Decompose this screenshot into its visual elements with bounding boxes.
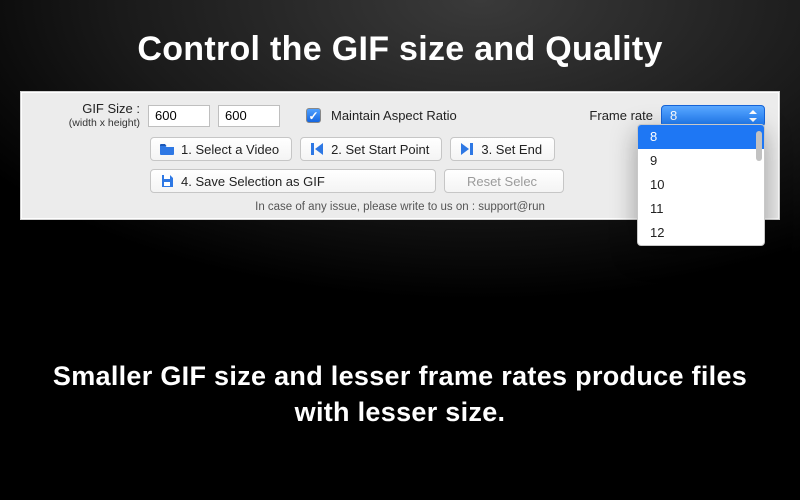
save-gif-label: 4. Save Selection as GIF (181, 174, 325, 189)
frame-rate-label: Frame rate (589, 108, 653, 123)
dropdown-option[interactable]: 8 (638, 125, 764, 149)
dropdown-option[interactable]: 11 (638, 197, 764, 221)
save-icon (159, 173, 175, 189)
dropdown-option[interactable]: 12 (638, 221, 764, 245)
aspect-ratio-label: Maintain Aspect Ratio (331, 108, 457, 123)
gif-width-input[interactable] (148, 105, 210, 127)
set-end-label: 3. Set End (481, 142, 542, 157)
reset-label: Reset Selec (467, 174, 537, 189)
set-start-label: 2. Set Start Point (331, 142, 429, 157)
frame-rate-select-value: 8 (670, 108, 677, 123)
gif-height-input[interactable] (218, 105, 280, 127)
footer-text: Smaller GIF size and lesser frame rates … (0, 358, 800, 431)
skip-start-icon (309, 141, 325, 157)
gif-size-label: GIF Size : (width x height) (35, 102, 140, 129)
dropdown-scroll-thumb[interactable] (756, 131, 762, 161)
frame-rate-dropdown[interactable]: 8 9 10 11 12 (637, 124, 765, 246)
select-video-button[interactable]: 1. Select a Video (150, 137, 292, 161)
set-start-button[interactable]: 2. Set Start Point (300, 137, 442, 161)
set-end-button[interactable]: 3. Set End (450, 137, 555, 161)
save-gif-button[interactable]: 4. Save Selection as GIF (150, 169, 436, 193)
reset-button[interactable]: Reset Selec (444, 169, 564, 193)
select-video-label: 1. Select a Video (181, 142, 279, 157)
dropdown-scrollbar[interactable] (756, 131, 762, 239)
gif-size-label-main: GIF Size : (35, 102, 140, 117)
headline: Control the GIF size and Quality (0, 0, 800, 91)
gif-size-label-sub: (width x height) (35, 117, 140, 129)
dropdown-option[interactable]: 10 (638, 173, 764, 197)
settings-panel: GIF Size : (width x height) Maintain Asp… (20, 91, 780, 220)
aspect-ratio-checkbox[interactable] (306, 108, 321, 123)
dropdown-option[interactable]: 9 (638, 149, 764, 173)
folder-icon (159, 141, 175, 157)
chevron-up-down-icon (748, 109, 758, 123)
skip-end-icon (459, 141, 475, 157)
